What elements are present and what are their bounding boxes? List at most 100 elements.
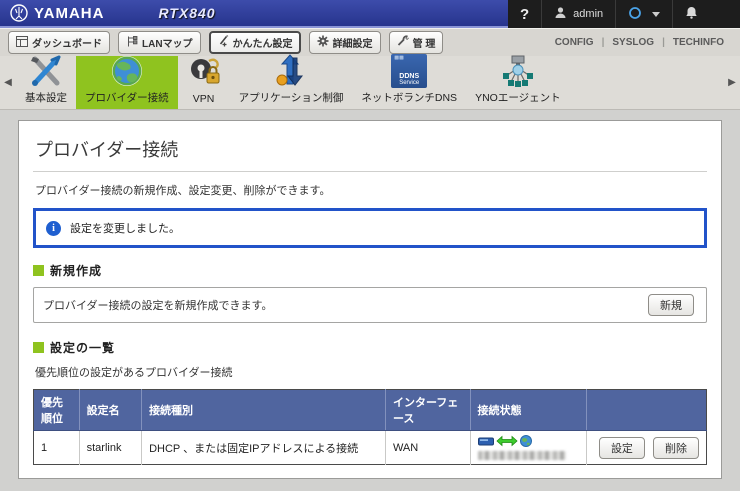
- nav-scroll-left-arrow[interactable]: ◀: [0, 56, 16, 109]
- cell-type: DHCP 、または固定IPアドレスによる接続: [141, 430, 386, 465]
- help-icon: ?: [520, 5, 530, 23]
- col-header-interface: インターフェース: [385, 389, 471, 431]
- nav-item-label: ネットボランチDNS: [361, 92, 458, 104]
- router-admin-page: YAMAHA RTX840 ? admin ダッシュボード LANマップ かんた…: [0, 0, 740, 479]
- col-header-actions: [586, 389, 707, 431]
- globe-icon: [109, 54, 145, 88]
- col-header-type: 接続種別: [141, 389, 386, 431]
- success-notice: i 設定を変更しました。: [33, 208, 707, 248]
- section-title: 設定の一覧: [50, 341, 116, 355]
- main-content: プロバイダー接続 プロバイダー接続の新規作成、設定変更、削除ができます。 i 設…: [0, 110, 740, 491]
- status-icons: [477, 434, 579, 450]
- feature-icon-nav: ◀ 基本設定 プロバイダー接続 VPN アプリケーション制御 ▩▩ DDNS S…: [0, 54, 740, 110]
- nav-item-netvolante-dns[interactable]: ▩▩ DDNS Service ネットボランチDNS: [352, 54, 466, 109]
- bell-icon: [685, 6, 698, 22]
- user-menu[interactable]: admin: [541, 0, 615, 28]
- create-box: プロバイダー接続の設定を新規作成できます。 新規: [33, 287, 707, 323]
- toolbar: ダッシュボード LANマップ かんたん設定 詳細設定 管 理 CONFIG | …: [0, 28, 740, 56]
- cell-status: [470, 430, 587, 465]
- tab-label: 管 理: [412, 39, 436, 50]
- tab-label: かんたん設定: [232, 39, 293, 50]
- info-icon: i: [46, 220, 61, 236]
- traffic-arrows-icon: [273, 54, 309, 88]
- list-subtext: 優先順位の設定があるプロバイダー接続: [35, 367, 233, 379]
- ddns-label-line2: Service: [399, 80, 420, 86]
- keys-lock-icon: [187, 57, 221, 91]
- row-settings-button[interactable]: 設定: [598, 436, 645, 459]
- link-config[interactable]: CONFIG: [547, 37, 602, 48]
- col-header-priority: 優先順位: [33, 389, 80, 431]
- page-description: プロバイダー接続の新規作成、設定変更、削除ができます。: [35, 185, 331, 197]
- green-bullet-icon: [33, 342, 44, 353]
- ddns-mark: ▩▩: [394, 55, 404, 61]
- notice-text: 設定を変更しました。: [70, 223, 180, 235]
- tab-management[interactable]: 管 理: [388, 31, 444, 54]
- nav-items: 基本設定 プロバイダー接続 VPN アプリケーション制御 ▩▩ DDNS Ser…: [16, 54, 570, 109]
- tab-label: 詳細設定: [332, 39, 373, 50]
- nav-item-yno-agent[interactable]: YNOエージェント: [466, 54, 570, 109]
- chevron-down-icon: [652, 11, 661, 17]
- tools-icon: [28, 54, 64, 88]
- dashboard-icon: [16, 35, 28, 50]
- user-area: ? admin: [508, 0, 740, 28]
- tab-label: LANマップ: [142, 39, 193, 50]
- easy-setup-wand-icon: [217, 34, 229, 50]
- create-new-button[interactable]: 新規: [648, 294, 694, 316]
- internet-globe-icon: [519, 434, 532, 450]
- brand-name: YAMAHA: [34, 4, 105, 22]
- tab-label: ダッシュボード: [32, 39, 102, 50]
- router-icon: [477, 436, 494, 449]
- user-name: admin: [573, 8, 604, 20]
- cell-interface: WAN: [385, 430, 471, 465]
- section-title: 新規作成: [50, 264, 103, 278]
- provider-connection-table: 優先順位 設定名 接続種別 インターフェース 接続状態 1 starlink D…: [33, 389, 707, 465]
- content-card: プロバイダー接続 プロバイダー接続の新規作成、設定変更、削除ができます。 i 設…: [18, 120, 722, 479]
- link-active-arrow-icon: [495, 435, 518, 450]
- nav-item-label: 基本設定: [25, 92, 67, 104]
- tab-dashboard[interactable]: ダッシュボード: [8, 31, 110, 54]
- create-text: プロバイダー接続の設定を新規作成できます。: [43, 300, 273, 312]
- status-ring-icon: [628, 6, 642, 23]
- nav-item-vpn[interactable]: VPN: [178, 56, 230, 109]
- row-delete-button[interactable]: 削除: [653, 436, 699, 459]
- quick-links: CONFIG | SYSLOG | TECHINFO: [547, 37, 732, 48]
- model-name: RTX840: [158, 5, 216, 21]
- wrench-icon: [397, 35, 409, 50]
- nav-item-label: YNOエージェント: [475, 92, 561, 104]
- cell-name: starlink: [79, 430, 143, 465]
- help-button[interactable]: ?: [508, 0, 541, 28]
- green-bullet-icon: [33, 265, 44, 276]
- nav-item-provider-connection[interactable]: プロバイダー接続: [76, 56, 178, 109]
- network-agent-icon: [499, 54, 537, 88]
- lan-map-icon: [126, 35, 138, 50]
- table-header-row: 優先順位 設定名 接続種別 インターフェース 接続状態: [33, 389, 707, 431]
- ddns-service-icon: ▩▩ DDNS Service: [391, 54, 428, 88]
- nav-item-application-control[interactable]: アプリケーション制御: [230, 54, 353, 109]
- top-header-bar: YAMAHA RTX840 ? admin: [0, 0, 740, 28]
- col-header-status: 接続状態: [470, 389, 587, 431]
- notifications-button[interactable]: [672, 0, 710, 28]
- tab-advanced-settings[interactable]: 詳細設定: [308, 31, 381, 54]
- ddns-label-line1: DDNS: [399, 73, 420, 80]
- nav-item-basic-settings[interactable]: 基本設定: [16, 54, 76, 109]
- yamaha-logo-icon: [10, 4, 28, 22]
- cell-actions: 設定 削除: [586, 430, 707, 465]
- cell-priority: 1: [33, 430, 80, 465]
- col-header-name: 設定名: [79, 389, 143, 431]
- section-create-heading: 新規作成: [33, 262, 707, 279]
- nav-item-label: プロバイダー接続: [85, 92, 169, 104]
- table-row: 1 starlink DHCP 、または固定IPアドレスによる接続 WAN 設定…: [33, 430, 707, 465]
- nav-item-label: VPN: [192, 93, 215, 105]
- brand-area: YAMAHA RTX840: [0, 0, 508, 28]
- section-list-heading: 設定の一覧: [33, 339, 707, 356]
- page-title: プロバイダー接続: [33, 134, 707, 172]
- nav-scroll-right-arrow[interactable]: ▶: [724, 56, 740, 109]
- link-techinfo[interactable]: TECHINFO: [665, 37, 732, 48]
- tab-easy-setup[interactable]: かんたん設定: [208, 31, 301, 54]
- gear-icon: [317, 35, 329, 50]
- link-syslog[interactable]: SYSLOG: [604, 37, 662, 48]
- nav-item-label: アプリケーション制御: [238, 92, 344, 104]
- redacted-address: [477, 451, 566, 460]
- status-dropdown[interactable]: [615, 0, 672, 28]
- tab-lan-map[interactable]: LANマップ: [118, 31, 201, 54]
